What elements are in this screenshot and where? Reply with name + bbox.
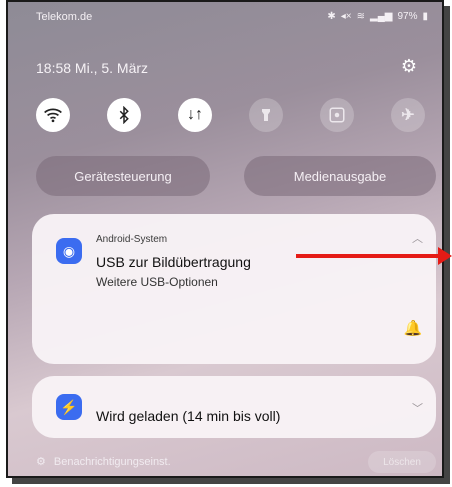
wifi-icon: ≋ bbox=[356, 11, 365, 22]
bluetooth-icon: ✱ bbox=[327, 11, 336, 22]
data-transfer-icon: ↓↑ bbox=[187, 106, 203, 123]
flashlight-icon bbox=[262, 109, 270, 121]
gear-icon[interactable]: ⚙ bbox=[399, 56, 419, 76]
device-control-button[interactable]: Gerätesteuerung bbox=[36, 156, 210, 196]
status-icons: ✱ ◂× ≋ ▂▄▆ 97% ▮ bbox=[327, 11, 428, 22]
airplane-icon: ✈ bbox=[401, 107, 415, 124]
tile-screen-capture[interactable] bbox=[320, 98, 354, 132]
battery-label: 97% bbox=[397, 11, 418, 22]
status-bar: Telekom.de ✱ ◂× ≋ ▂▄▆ 97% ▮ bbox=[36, 11, 428, 27]
battery-icon: ▮ bbox=[422, 11, 428, 22]
notification-settings-link[interactable]: ⚙ Benachrichtigungseinst. bbox=[36, 455, 171, 469]
carrier-label: Telekom.de bbox=[36, 11, 93, 23]
annotation-arrow bbox=[296, 254, 439, 258]
frame-shadow-right bbox=[444, 6, 450, 482]
notification-settings-label: Benachrichtigungseinst. bbox=[53, 455, 171, 468]
date-time: 18:58 Mi., 5. März bbox=[36, 60, 149, 76]
signal-icon: ▂▄▆ bbox=[370, 11, 393, 22]
screen-capture-icon bbox=[329, 107, 345, 123]
charging-icon: ⚡ bbox=[56, 394, 82, 420]
tile-airplane-mode[interactable]: ✈ bbox=[391, 98, 425, 132]
bell-settings-icon[interactable]: 🔔 bbox=[402, 318, 424, 340]
tile-mobile-data[interactable]: ↓↑ bbox=[178, 98, 212, 132]
notification-app-name: Android-System bbox=[96, 234, 168, 245]
notification-usb[interactable]: ◉ Android-System USB zur Bildübertragung… bbox=[32, 214, 436, 364]
tile-flashlight[interactable] bbox=[249, 98, 283, 132]
quick-settings-row: ↓↑ ✈ bbox=[36, 98, 432, 134]
notification-text: Weitere USB-Optionen bbox=[96, 275, 218, 289]
notification-charging[interactable]: ⚡ Wird geladen (14 min bis voll) ﹀ bbox=[32, 376, 436, 438]
frame-shadow-bottom bbox=[12, 478, 450, 484]
charging-status-text: Wird geladen (14 min bis voll) bbox=[96, 408, 281, 424]
chevron-down-icon[interactable]: ﹀ bbox=[412, 400, 423, 416]
mute-icon: ◂× bbox=[340, 11, 352, 22]
tile-bluetooth[interactable] bbox=[107, 98, 141, 132]
bluetooth-icon bbox=[119, 106, 129, 124]
chevron-up-icon[interactable]: ︿ bbox=[412, 230, 423, 246]
gear-icon: ⚙ bbox=[36, 456, 46, 468]
android-system-icon: ◉ bbox=[56, 238, 82, 264]
media-output-button[interactable]: Medienausgabe bbox=[244, 156, 436, 196]
tile-wifi[interactable] bbox=[36, 98, 70, 132]
clear-button[interactable]: Löschen bbox=[368, 451, 436, 473]
notification-title: USB zur Bildübertragung bbox=[96, 254, 251, 270]
notification-shade: Telekom.de ✱ ◂× ≋ ▂▄▆ 97% ▮ 18:58 Mi., 5… bbox=[6, 0, 444, 478]
annotation-arrow-head bbox=[438, 247, 452, 265]
wifi-icon bbox=[44, 108, 62, 123]
